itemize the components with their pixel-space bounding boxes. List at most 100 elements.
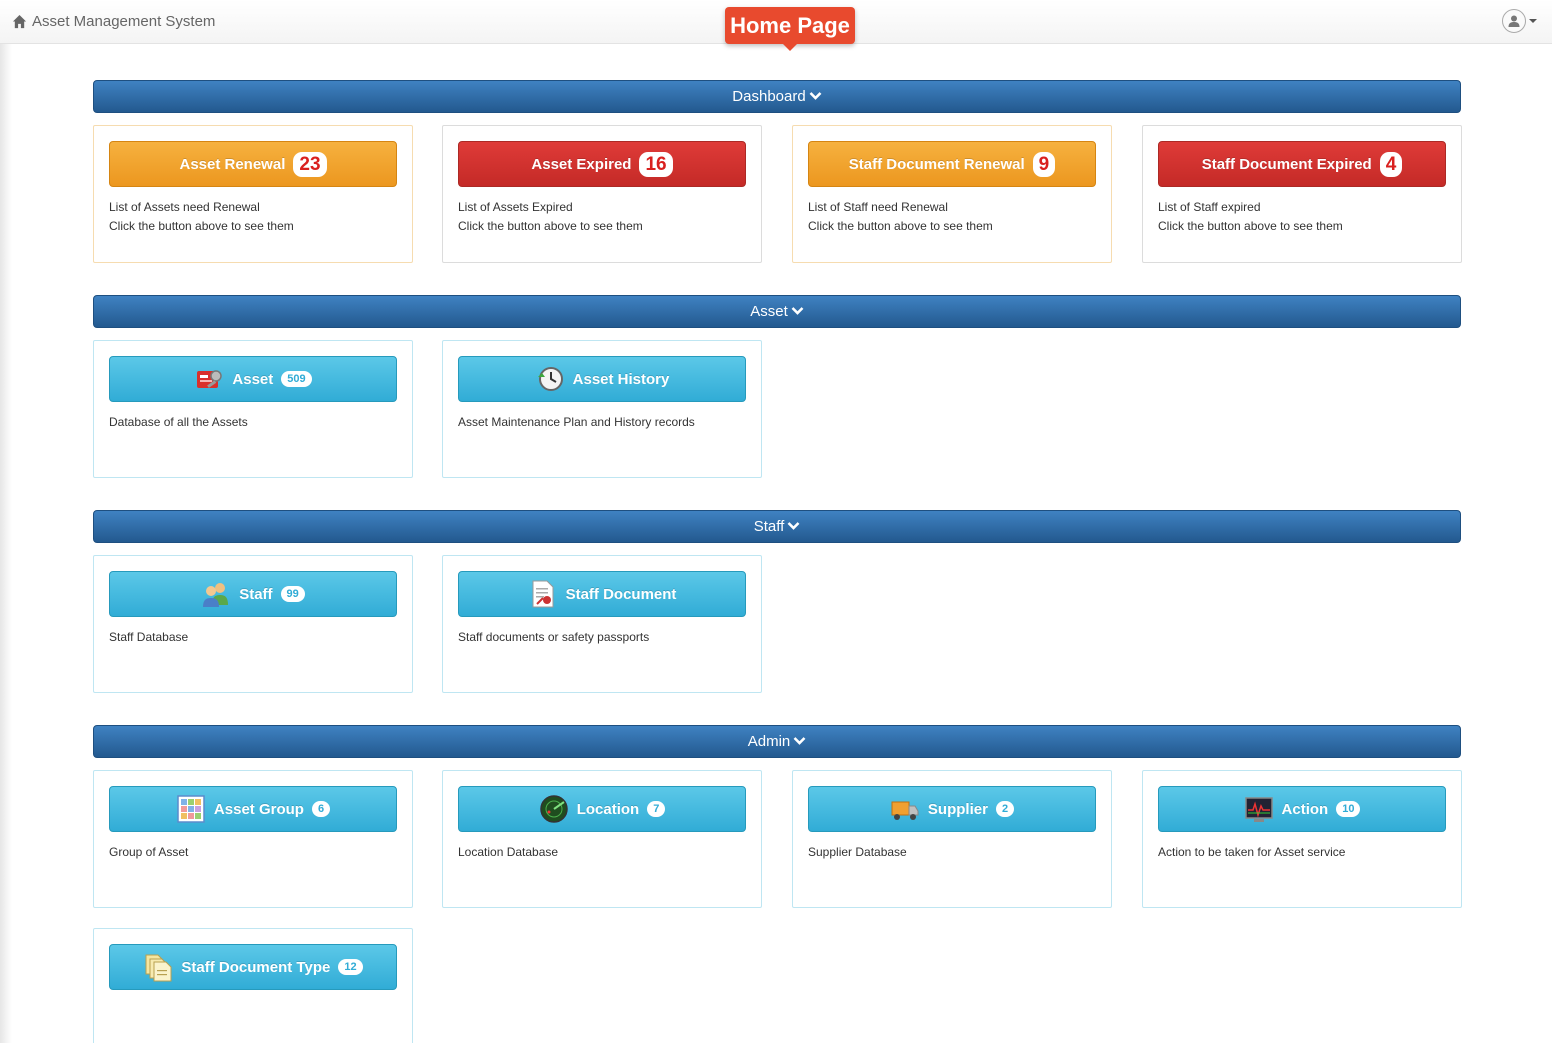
people-icon — [203, 583, 229, 607]
staff-document-expired-button[interactable]: Staff Document Expired 4 — [1158, 141, 1446, 187]
description-line: Asset Maintenance Plan and History recor… — [458, 415, 695, 429]
chevron-down-icon — [787, 521, 800, 530]
action-button[interactable]: Action 10 — [1158, 786, 1446, 832]
card-description: List of Staff need Renewal Click the but… — [808, 198, 993, 236]
section-header-dashboard[interactable]: Dashboard — [93, 80, 1461, 113]
card-description: Staff documents or safety passports — [458, 628, 649, 647]
asset-icon — [197, 370, 223, 388]
asset-group-button[interactable]: Asset Group 6 — [109, 786, 397, 832]
radar-icon — [539, 795, 568, 823]
button-label: Staff Document Expired — [1201, 155, 1372, 173]
card-asset-expired: Asset Expired 16 List of Assets Expired … — [442, 125, 762, 263]
description-line: Location Database — [458, 845, 559, 859]
chevron-down-icon — [793, 736, 806, 745]
button-label: Supplier — [927, 800, 988, 818]
button-label: Asset Renewal — [179, 155, 286, 173]
document-icon — [532, 580, 554, 608]
card-description: Action to be taken for Asset service — [1158, 843, 1345, 862]
button-label: Asset History — [572, 370, 670, 388]
description-line: Database of all the Assets — [109, 415, 248, 429]
card-description: List of Assets Expired Click the button … — [458, 198, 643, 236]
button-label: Staff Document Renewal — [848, 155, 1025, 173]
supplier-button[interactable]: Supplier 2 — [808, 786, 1096, 832]
page-left-shadow — [0, 44, 12, 1043]
button-label: Asset — [232, 370, 274, 388]
count-badge: 99 — [280, 586, 305, 602]
home-icon — [12, 14, 27, 28]
card-description: Location Database — [458, 843, 558, 862]
monitor-icon — [1244, 797, 1273, 822]
card-supplier: Supplier 2 Supplier Database — [792, 770, 1112, 908]
card-staff-document-renewal: Staff Document Renewal 9 List of Staff n… — [792, 125, 1112, 263]
button-label: Action — [1281, 800, 1329, 818]
chevron-down-icon — [791, 306, 804, 315]
card-asset-group: Asset Group 6 Group of Asset — [93, 770, 413, 908]
staff-document-renewal-button[interactable]: Staff Document Renewal 9 — [808, 141, 1096, 187]
button-label: Staff Document — [565, 585, 677, 603]
button-label: Asset Expired — [531, 155, 632, 173]
card-staff-document-expired: Staff Document Expired 4 List of Staff e… — [1142, 125, 1462, 263]
user-menu[interactable] — [1502, 8, 1542, 34]
description-line: List of Assets need Renewal — [109, 200, 260, 214]
description-line: Click the button above to see them — [109, 219, 294, 233]
count-badge: 16 — [639, 151, 673, 177]
section-title: Asset — [750, 303, 788, 320]
description-line: Supplier Database — [808, 845, 907, 859]
count-badge: 2 — [995, 801, 1015, 817]
description-line: List of Staff expired — [1158, 200, 1261, 214]
card-description: Staff Database — [109, 628, 188, 647]
brand-title: Asset Management System — [32, 12, 216, 30]
section-title: Dashboard — [732, 88, 806, 105]
asset-expired-button[interactable]: Asset Expired 16 — [458, 141, 746, 187]
section-title: Admin — [747, 733, 791, 750]
section-header-staff[interactable]: Staff — [93, 510, 1461, 543]
description-line: Click the button above to see them — [1158, 219, 1343, 233]
section-header-admin[interactable]: Admin — [93, 725, 1461, 758]
asset-renewal-button[interactable]: Asset Renewal 23 — [109, 141, 397, 187]
asset-history-button[interactable]: Asset History — [458, 356, 746, 402]
description-line: Click the button above to see them — [808, 219, 993, 233]
card-description: List of Assets need Renewal Click the bu… — [109, 198, 294, 236]
card-asset-renewal: Asset Renewal 23 List of Assets need Ren… — [93, 125, 413, 263]
documents-icon — [145, 954, 172, 982]
card-location: Location 7 Location Database — [442, 770, 762, 908]
user-icon — [1502, 9, 1526, 33]
button-label: Staff Document Type — [181, 958, 331, 976]
description-line: Staff Database — [109, 630, 189, 644]
section-header-asset[interactable]: Asset — [93, 295, 1461, 328]
staff-button[interactable]: Staff 99 — [109, 571, 397, 617]
staff-document-button[interactable]: Staff Document — [458, 571, 746, 617]
card-staff: Staff 99 Staff Database — [93, 555, 413, 693]
card-asset: Asset 509 Database of all the Assets — [93, 340, 413, 478]
location-button[interactable]: Location 7 — [458, 786, 746, 832]
card-description: Asset Maintenance Plan and History recor… — [458, 413, 695, 432]
description-line: Staff documents or safety passports — [458, 630, 650, 644]
staff-document-type-button[interactable]: Staff Document Type 12 — [109, 944, 397, 990]
description-line: Group of Asset — [109, 845, 189, 859]
count-badge: 10 — [1336, 801, 1361, 817]
asset-button[interactable]: Asset 509 — [109, 356, 397, 402]
description-line: Click the button above to see them — [458, 219, 643, 233]
count-badge: 23 — [293, 151, 327, 177]
card-description: Supplier Database — [808, 843, 907, 862]
card-asset-history: Asset History Asset Maintenance Plan and… — [442, 340, 762, 478]
count-badge: 9 — [1032, 151, 1056, 177]
section-title: Staff — [753, 518, 785, 535]
card-description: Database of all the Assets — [109, 413, 248, 432]
card-description: List of Staff expired Click the button a… — [1158, 198, 1343, 236]
count-badge: 509 — [281, 371, 312, 387]
truck-icon — [891, 801, 919, 820]
button-label: Location — [576, 800, 640, 818]
clock-icon — [537, 367, 563, 391]
button-label: Asset Group — [213, 800, 304, 818]
count-badge: 7 — [647, 801, 666, 817]
description-line: List of Assets Expired — [458, 200, 573, 214]
description-line: Action to be taken for Asset service — [1158, 845, 1346, 859]
card-staff-document: Staff Document Staff documents or safety… — [442, 555, 762, 693]
home-page-tag: Home Page — [725, 7, 855, 51]
card-staff-document-type: Staff Document Type 12 — [93, 928, 413, 1043]
card-action: Action 10 Action to be taken for Asset s… — [1142, 770, 1462, 908]
brand-link[interactable]: Asset Management System — [12, 11, 215, 31]
description-line: List of Staff need Renewal — [808, 200, 948, 214]
count-badge: 6 — [311, 801, 331, 817]
